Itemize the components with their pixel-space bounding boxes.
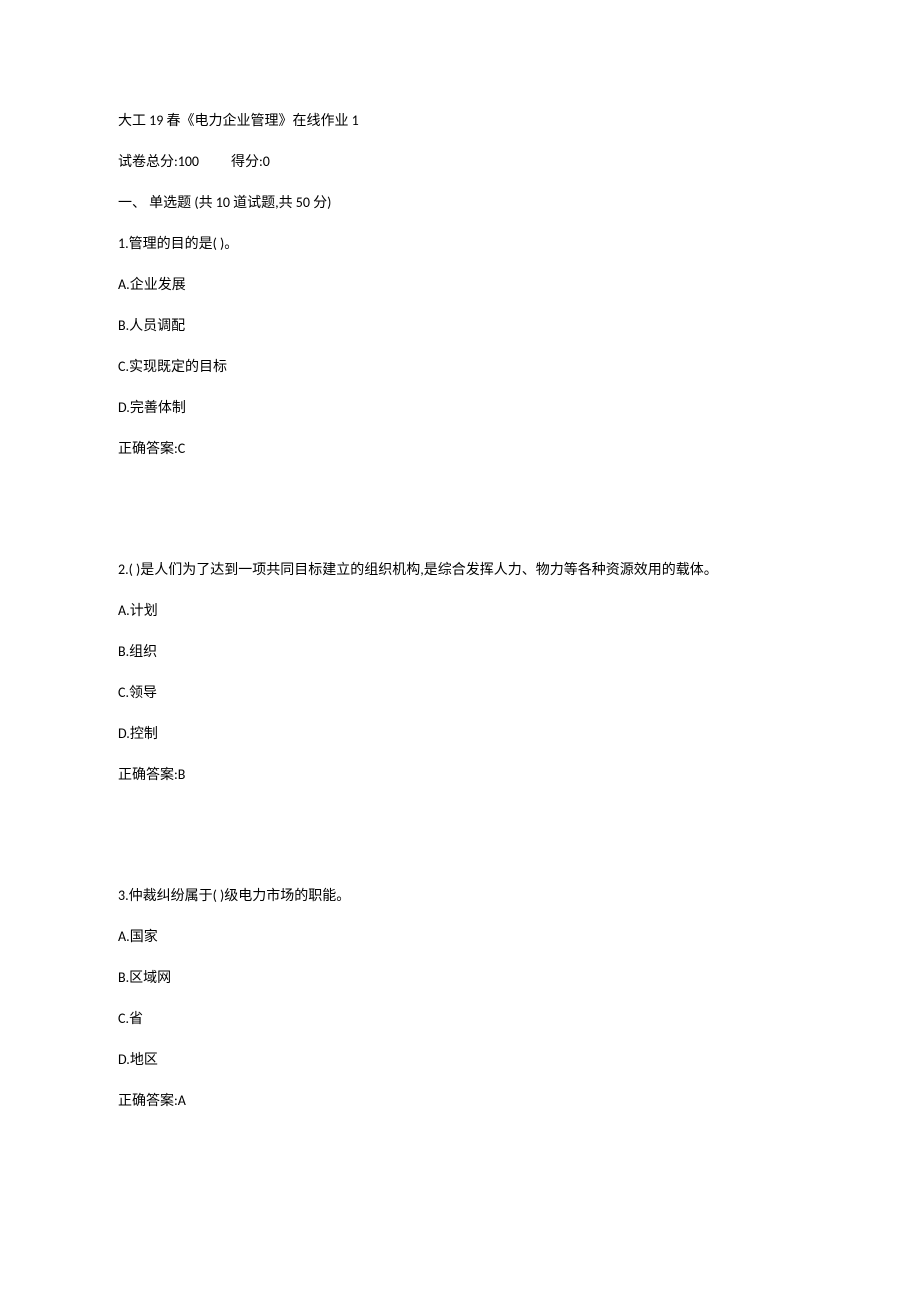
question-option: D.完善体制 (118, 397, 802, 418)
question-option: A.计划 (118, 600, 802, 621)
question-stem: 2.( )是人们为了达到一项共同目标建立的组织机构,是综合发挥人力、物力等各种资… (118, 559, 802, 580)
question-stem: 3.仲裁纠纷属于( )级电力市场的职能。 (118, 885, 802, 906)
document-title: 大工 19 春《电力企业管理》在线作业 1 (118, 110, 802, 131)
score-line: 试卷总分:100 得分:0 (118, 151, 802, 172)
question-answer: 正确答案:C (118, 438, 802, 459)
question-answer: 正确答案:A (118, 1090, 802, 1111)
question-option: C.领导 (118, 682, 802, 703)
question-option: B.区域网 (118, 967, 802, 988)
section-header: 一、 单选题 (共 10 道试题,共 50 分) (118, 192, 802, 213)
question-option: D.地区 (118, 1049, 802, 1070)
score-total: 试卷总分:100 (118, 151, 199, 172)
question-answer: 正确答案:B (118, 764, 802, 785)
question-option: C.省 (118, 1008, 802, 1029)
question-option: D.控制 (118, 723, 802, 744)
question-option: B.人员调配 (118, 315, 802, 336)
question-option: A.国家 (118, 926, 802, 947)
question-stem: 1.管理的目的是( )。 (118, 233, 802, 254)
score-get: 得分:0 (231, 151, 270, 172)
spacer (118, 805, 802, 885)
question-option: A.企业发展 (118, 274, 802, 295)
question-option: B.组织 (118, 641, 802, 662)
spacer (118, 479, 802, 559)
question-option: C.实现既定的目标 (118, 356, 802, 377)
